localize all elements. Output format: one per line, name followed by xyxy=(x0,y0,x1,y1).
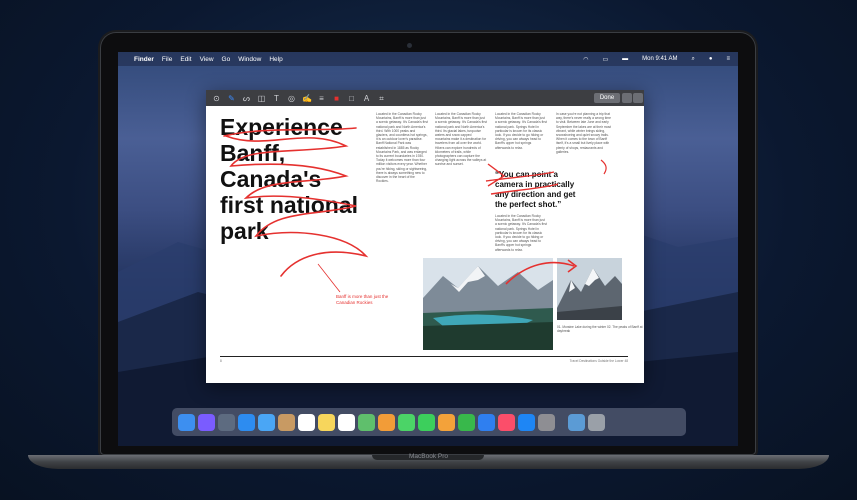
shapes-icon[interactable]: ◫ xyxy=(257,94,266,103)
numbers-icon[interactable] xyxy=(458,413,475,431)
mail-icon[interactable] xyxy=(258,413,275,431)
share-icon[interactable] xyxy=(633,93,643,103)
downloads-icon[interactable] xyxy=(568,413,585,431)
keynote-icon[interactable] xyxy=(478,413,495,431)
line-style-icon[interactable]: ≡ xyxy=(317,94,326,103)
page-footer-title: Travel Destinations Outside the Lower 48 xyxy=(569,359,628,363)
menu-file[interactable]: File xyxy=(162,56,172,63)
menu-finder[interactable]: Finder xyxy=(134,56,154,63)
preview-window: ⊙ ✎ ᔕ ◫ T ◎ ✍ ≡ ■ □ A ⌗ Done Experience … xyxy=(206,90,644,383)
border-color-icon[interactable]: ■ xyxy=(332,94,341,103)
page-rule xyxy=(220,356,628,357)
menu-help[interactable]: Help xyxy=(269,56,282,63)
airplay-icon[interactable]: ▭ xyxy=(602,56,608,63)
menu-bar: Finder File Edit View Go Window Help ◠ ▭… xyxy=(118,52,738,66)
wifi-icon[interactable]: ◠ xyxy=(583,56,588,63)
notification-center-icon[interactable]: ≡ xyxy=(726,56,730,62)
page-number: 8 xyxy=(220,359,222,363)
music-icon[interactable] xyxy=(498,413,515,431)
draw-icon[interactable]: ✎ xyxy=(227,94,236,103)
pages-icon[interactable] xyxy=(438,413,455,431)
safari-icon[interactable] xyxy=(238,413,255,431)
done-button[interactable]: Done xyxy=(594,93,620,103)
spotlight-icon[interactable]: ⌕ xyxy=(691,56,694,63)
highlight-icon[interactable]: ◎ xyxy=(287,94,296,103)
markup-toolbar: ⊙ ✎ ᔕ ◫ T ◎ ✍ ≡ ■ □ A ⌗ Done xyxy=(206,90,644,106)
sign-icon[interactable]: ✍ xyxy=(302,94,312,103)
red-ink-markup xyxy=(223,127,607,293)
photos-icon[interactable] xyxy=(378,413,395,431)
device-label: MacBook Pro xyxy=(408,453,449,460)
menu-edit[interactable]: Edit xyxy=(180,56,191,63)
camera-icon xyxy=(407,43,412,48)
font-icon[interactable]: A xyxy=(362,94,371,103)
finder-icon[interactable] xyxy=(178,413,195,431)
facetime-icon[interactable] xyxy=(418,413,435,431)
contacts-icon[interactable] xyxy=(278,413,295,431)
messages-icon[interactable] xyxy=(398,413,415,431)
siri-menu-icon[interactable]: ● xyxy=(709,56,713,62)
rotate-icon[interactable] xyxy=(622,93,632,103)
menu-go[interactable]: Go xyxy=(222,56,231,63)
document-page: Experience Banff, Canada's first nationa… xyxy=(206,106,644,383)
siri-icon[interactable] xyxy=(198,413,215,431)
screen: Finder File Edit View Go Window Help ◠ ▭… xyxy=(118,52,738,446)
launchpad-icon[interactable] xyxy=(218,413,235,431)
maps-icon[interactable] xyxy=(358,413,375,431)
menu-clock[interactable]: Mon 9:41 AM xyxy=(642,56,677,62)
crop-icon[interactable]: ⌗ xyxy=(377,94,386,103)
menu-window[interactable]: Window xyxy=(238,56,261,63)
notes-icon[interactable] xyxy=(318,413,335,431)
reminders-icon[interactable] xyxy=(338,413,355,431)
menu-view[interactable]: View xyxy=(200,56,214,63)
text-icon[interactable]: T xyxy=(272,94,281,103)
app-store-icon[interactable] xyxy=(518,413,535,431)
scribble-icon[interactable]: ᔕ xyxy=(242,94,251,103)
system-preferences-icon[interactable] xyxy=(538,413,555,431)
battery-icon[interactable]: ▬ xyxy=(622,56,628,62)
sketch-icon[interactable]: ⊙ xyxy=(212,94,221,103)
dock xyxy=(172,408,686,436)
calendar-icon[interactable] xyxy=(298,413,315,431)
trash-icon[interactable] xyxy=(588,413,605,431)
fill-color-icon[interactable]: □ xyxy=(347,94,356,103)
